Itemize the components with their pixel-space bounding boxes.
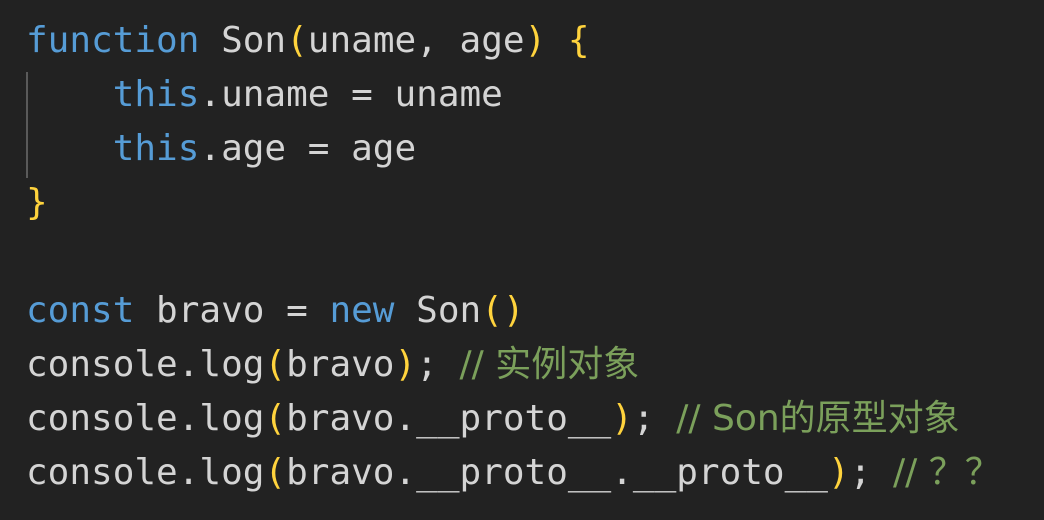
code-token-plain: bravo = <box>134 290 330 331</box>
code-token-plain: bravo.__proto__.__proto__ <box>286 452 828 493</box>
code-line[interactable]: console.log(bravo.__proto__.__proto__); … <box>0 446 1044 500</box>
code-token-bracket: () <box>481 290 525 331</box>
code-token-plain: ; <box>416 344 460 385</box>
code-token-bracket: ) <box>827 452 850 493</box>
code-token-keyword: this <box>112 128 200 169</box>
code-line[interactable]: this.uname = uname <box>0 68 1044 122</box>
code-token-plain: .uname = uname <box>199 74 503 115</box>
code-token-bracket: ) <box>611 398 633 439</box>
code-token-bracket: ( <box>264 452 287 493</box>
code-token-plain: console.log <box>26 452 265 493</box>
code-line[interactable]: } <box>0 176 1044 230</box>
code-token-plain: console.log <box>26 344 265 385</box>
code-token-keyword: this <box>112 74 200 115</box>
code-token-plain: console.log <box>26 398 265 439</box>
code-token-comment: // Son的原型对象 <box>676 398 960 439</box>
code-token-bracket: { <box>567 20 590 61</box>
code-content[interactable]: function Son(uname, age) { this.uname = … <box>0 14 1044 500</box>
code-token-bracket: ( <box>286 20 308 61</box>
code-token-comment: // ？？ <box>893 452 1001 493</box>
code-line[interactable]: console.log(bravo.__proto__); // Son的原型对… <box>0 392 1044 446</box>
code-token-bracket: ) <box>394 344 417 385</box>
code-token-keyword: function <box>26 20 200 61</box>
code-token-plain: .age = age <box>199 128 417 169</box>
code-token-plain: uname, age <box>307 20 525 61</box>
code-token-plain: bravo <box>286 344 395 385</box>
code-token-keyword: new <box>329 290 395 331</box>
code-token-plain: bravo.__proto__ <box>286 398 612 439</box>
code-token-comment: // 实例对象 <box>459 344 640 385</box>
code-token-keyword: const <box>26 290 135 331</box>
code-line[interactable]: this.age = age <box>0 122 1044 176</box>
code-line[interactable]: function Son(uname, age) { <box>0 14 1044 68</box>
code-token-plain: Son <box>394 290 482 331</box>
code-token-plain: ; <box>632 398 677 439</box>
code-line[interactable]: const bravo = new Son() <box>0 284 1044 338</box>
code-token-bracket: ( <box>264 398 287 439</box>
code-line[interactable]: console.log(bravo); // 实例对象 <box>0 338 1044 392</box>
code-editor[interactable]: function Son(uname, age) { this.uname = … <box>0 0 1044 520</box>
code-line[interactable] <box>0 230 1044 284</box>
code-token-plain: ; <box>849 452 894 493</box>
code-token-bracket: } <box>26 182 48 223</box>
code-token-plain: Son <box>221 20 287 61</box>
code-token-bracket: ) <box>524 20 547 61</box>
code-token-bracket: ( <box>264 344 287 385</box>
